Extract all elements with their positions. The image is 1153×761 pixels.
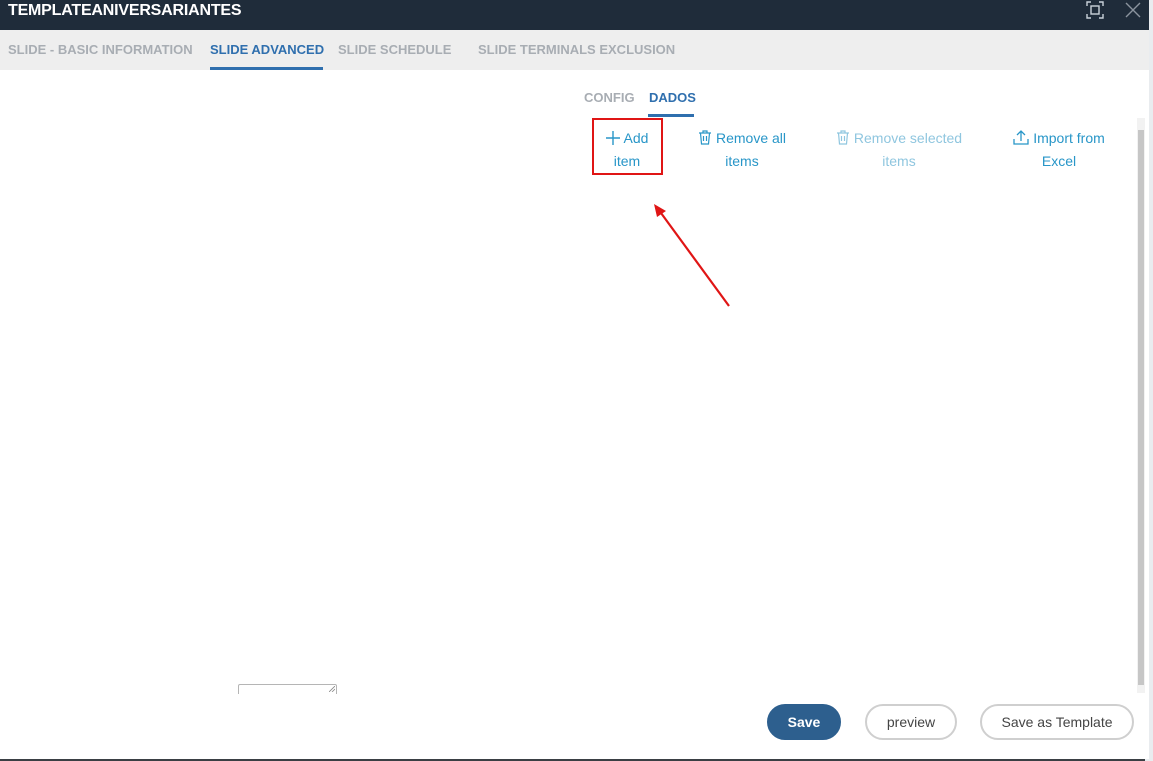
- active-tab-indicator: [210, 67, 323, 70]
- close-icon[interactable]: [1123, 0, 1143, 20]
- slide-editor-modal: TEMPLATEANIVERSARIANTES SLIDE - BASIC IN…: [0, 0, 1149, 759]
- modal-title: TEMPLATEANIVERSARIANTES: [8, 2, 242, 19]
- subtab-dados[interactable]: DADOS: [649, 90, 696, 105]
- import-label-2: Excel: [1041, 153, 1077, 169]
- tab-slide-schedule[interactable]: SLIDE SCHEDULE: [338, 42, 451, 57]
- highlight-box: [592, 118, 663, 175]
- main-tabbar: SLIDE - BASIC INFORMATION SLIDE ADVANCED…: [0, 30, 1149, 70]
- import-from-excel-button[interactable]: Import from Excel: [1007, 128, 1111, 172]
- tab-slide-advanced[interactable]: SLIDE ADVANCED: [210, 42, 324, 57]
- remove-selected-label-2: items: [882, 153, 916, 169]
- remove-selected-label-1: Remove selected: [853, 130, 963, 146]
- modal-titlebar: TEMPLATEANIVERSARIANTES: [0, 0, 1149, 30]
- tab-basic-information[interactable]: SLIDE - BASIC INFORMATION: [8, 42, 193, 57]
- remove-selected-items-button[interactable]: Remove selected items: [832, 128, 966, 172]
- maximize-icon[interactable]: [1085, 0, 1105, 20]
- remove-all-label-2: items: [725, 153, 759, 169]
- save-as-template-button[interactable]: Save as Template: [980, 704, 1134, 740]
- save-button[interactable]: Save: [767, 704, 841, 740]
- resizable-textarea[interactable]: [238, 684, 337, 694]
- import-label-1: Import from: [1033, 130, 1105, 146]
- subtab-config[interactable]: CONFIG: [584, 90, 635, 105]
- red-arrow-annotation: [654, 204, 730, 307]
- trash-icon: [836, 130, 850, 151]
- remove-all-items-button[interactable]: Remove all items: [694, 128, 790, 172]
- remove-all-label-1: Remove all: [715, 130, 787, 146]
- scrollbar-thumb[interactable]: [1138, 130, 1144, 685]
- resize-grip-icon[interactable]: [329, 686, 335, 692]
- upload-icon: [1013, 130, 1029, 151]
- active-subtab-indicator: [648, 114, 694, 117]
- preview-button[interactable]: preview: [865, 704, 957, 740]
- trash-icon: [698, 130, 712, 151]
- tab-terminals-exclusion[interactable]: SLIDE TERMINALS EXCLUSION: [478, 42, 675, 57]
